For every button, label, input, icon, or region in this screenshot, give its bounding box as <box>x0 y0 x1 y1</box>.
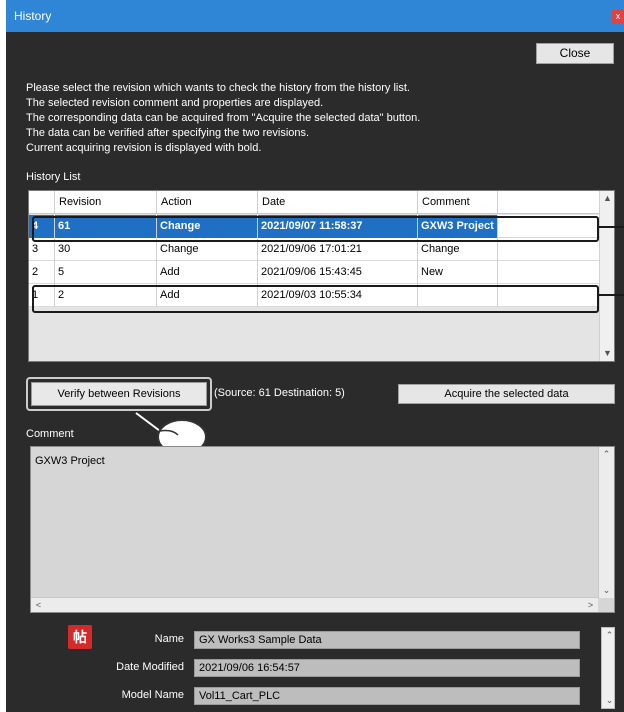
row-date: 2021/09/06 15:43:45 <box>258 261 418 284</box>
verify-between-revisions-button[interactable]: Verify between Revisions <box>31 382 207 406</box>
callout-line <box>599 226 624 228</box>
column-header-index <box>29 191 55 214</box>
history-list-scrollbar[interactable]: ▲ ▼ <box>599 191 614 361</box>
comment-textarea[interactable]: GXW3 Project ⌃ ⌄ < > <box>30 446 615 613</box>
column-header-action[interactable]: Action <box>157 191 258 214</box>
history-list-label: History List <box>26 171 81 183</box>
comment-horizontal-scrollbar[interactable]: < > <box>31 597 598 612</box>
properties-scrollbar[interactable]: ⌃ ⌄ <box>601 627 615 709</box>
instruction-line: Current acquiring revision is displayed … <box>26 142 262 154</box>
model-name-label: Model Name <box>121 689 184 701</box>
acquire-selected-data-button[interactable]: Acquire the selected data <box>398 384 615 404</box>
scroll-up-icon[interactable]: ⌃ <box>602 628 617 643</box>
row-action: Add <box>157 261 258 284</box>
date-modified-label: Date Modified <box>116 661 184 673</box>
name-field: GX Works3 Sample Data <box>194 631 580 649</box>
model-name-field: Vol11_Cart_PLC <box>194 687 580 705</box>
comment-vertical-scrollbar[interactable]: ⌃ ⌄ <box>598 447 614 598</box>
name-label: Name <box>154 633 184 645</box>
source-destination-text: (Source: 61 Destination: 5) <box>214 387 345 399</box>
column-header-date[interactable]: Date <box>258 191 418 214</box>
window-title: History <box>14 9 52 23</box>
column-header-revision[interactable]: Revision <box>55 191 157 214</box>
scroll-down-icon[interactable]: ▼ <box>600 346 615 361</box>
column-header-extra <box>498 191 600 214</box>
date-modified-field: 2021/09/06 16:54:57 <box>194 659 580 677</box>
comment-text: GXW3 Project <box>35 455 105 467</box>
comment-label: Comment <box>26 428 74 440</box>
row-extra <box>498 261 600 284</box>
instruction-line: Please select the revision which wants t… <box>26 82 410 94</box>
scroll-down-icon[interactable]: ⌄ <box>599 583 614 598</box>
callout-selected-row <box>32 216 599 242</box>
title-bar: History x <box>6 0 624 32</box>
instruction-line: The corresponding data can be acquired f… <box>26 112 421 124</box>
instruction-line: The selected revision comment and proper… <box>26 97 324 109</box>
scroll-up-icon[interactable]: ⌃ <box>599 447 614 462</box>
window-close-icon[interactable]: x <box>612 10 624 24</box>
history-window: History x Close Please select the revisi… <box>6 0 624 712</box>
callout-line <box>599 294 624 296</box>
table-row[interactable]: 2 5 Add 2021/09/06 15:43:45 New <box>29 261 600 284</box>
callout-second-row <box>32 285 599 313</box>
row-index: 2 <box>29 261 55 284</box>
row-comment: New <box>418 261 498 284</box>
row-revision: 5 <box>55 261 157 284</box>
instruction-line: The data can be verified after specifyin… <box>26 127 310 139</box>
scroll-left-icon[interactable]: < <box>31 598 46 613</box>
scroll-up-icon[interactable]: ▲ <box>600 191 615 206</box>
scroll-down-icon[interactable]: ⌄ <box>602 693 617 708</box>
column-header-comment[interactable]: Comment <box>418 191 498 214</box>
scroll-right-icon[interactable]: > <box>583 598 598 613</box>
close-button[interactable]: Close <box>536 43 614 64</box>
history-list-header: Revision Action Date Comment <box>29 191 600 214</box>
instructions: Please select the revision which wants t… <box>26 81 586 156</box>
